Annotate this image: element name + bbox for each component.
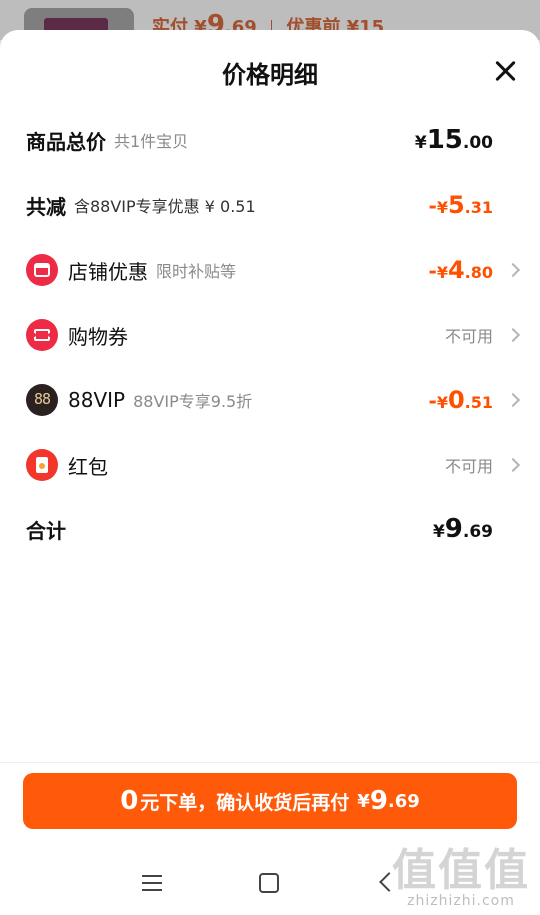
ticket-icon [26, 319, 58, 351]
store-discount-label: 店铺优惠 [68, 259, 148, 284]
reduction-vip-note: 含88VIP专享优惠 ¥ 0.51 [74, 197, 256, 216]
watermark: 值值值 zhizhizhi.com [392, 845, 530, 910]
row-88vip[interactable]: 88 88VIP 88VIP专享9.5折 -¥0.51 [0, 375, 540, 425]
coupon-label: 购物券 [68, 324, 128, 349]
goods-total-price: ¥15.00 [414, 125, 493, 155]
chevron-right-icon [505, 327, 521, 343]
row-store-discount[interactable]: 店铺优惠 限时补贴等 -¥4.80 [0, 245, 540, 295]
reduction-amount: -¥5.31 [428, 191, 494, 219]
store-icon [26, 254, 58, 286]
goods-count: 共1件宝贝 [114, 132, 189, 151]
red-packet-label: 红包 [68, 454, 108, 479]
store-discount-amount: -¥4.80 [428, 256, 494, 284]
coupon-status: 不可用 [444, 327, 493, 346]
row-goods-total: 商品总价 共1件宝贝 ¥15.00 [0, 115, 540, 165]
store-discount-note: 限时补贴等 [156, 262, 237, 281]
sum-label: 合计 [26, 518, 66, 543]
menu-icon[interactable] [142, 875, 162, 891]
row-sum: 合计 ¥9.69 [0, 504, 540, 554]
row-red-packet[interactable]: 红包 不可用 [0, 440, 540, 490]
sheet-title: 价格明细 [222, 61, 318, 89]
reduction-label: 共减 [26, 194, 66, 219]
vip-discount-amount: -¥0.51 [428, 386, 494, 414]
chevron-right-icon [505, 262, 521, 278]
chevron-right-icon [505, 392, 521, 408]
chevron-right-icon [505, 457, 521, 473]
row-total-reduction: 共减 含88VIP专享优惠 ¥ 0.51 -¥5.31 [0, 180, 540, 230]
vip-note: 88VIP专享9.5折 [133, 392, 253, 411]
home-icon[interactable] [259, 873, 279, 893]
watermark-url: zhizhizhi.com [407, 893, 515, 909]
close-icon[interactable] [492, 58, 518, 84]
row-shopping-coupon[interactable]: 购物券 不可用 [0, 310, 540, 360]
sum-price: ¥9.69 [432, 514, 493, 544]
price-detail-sheet: 价格明细 商品总价 共1件宝贝 ¥15.00 共减 含88VIP专享优惠 ¥ 0… [0, 30, 540, 915]
order-now-button[interactable]: 0 元下单，确认收货后再付 ¥9.69 [23, 773, 517, 829]
watermark-logo: 值值值 [392, 845, 530, 896]
footer-divider [0, 762, 540, 763]
vip-88-icon: 88 [26, 384, 58, 416]
vip-label: 88VIP [68, 388, 126, 412]
red-envelope-icon [26, 449, 58, 481]
goods-total-label: 商品总价 [26, 129, 106, 154]
red-packet-status: 不可用 [444, 457, 493, 476]
